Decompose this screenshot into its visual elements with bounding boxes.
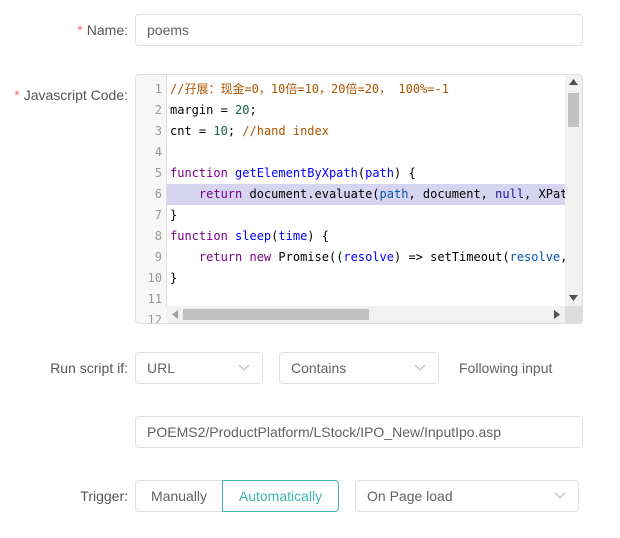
code-token: sleep [235, 229, 272, 243]
condition-field-select[interactable]: URL [135, 352, 263, 384]
run-script-if-label: Run script if: [50, 360, 128, 376]
code-line[interactable] [167, 142, 170, 163]
code-token: margin = [170, 103, 236, 117]
code-token: ) { [394, 166, 416, 180]
line-number: 1 [154, 82, 162, 96]
code-token: resolve [343, 250, 394, 264]
code-token: null [495, 187, 525, 201]
scroll-left-arrow-icon[interactable] [172, 310, 178, 319]
trigger-automatically-label: Automatically [238, 488, 323, 504]
code-token: , XPath [524, 187, 566, 201]
line-number: 4 [154, 145, 162, 159]
code-line[interactable]: function sleep(time) { [167, 226, 329, 247]
code-token: 10 [213, 124, 228, 138]
code-token: Promise(( [278, 250, 344, 264]
line-number: 5 [154, 166, 162, 180]
code-token: , document, [408, 187, 496, 201]
horizontal-scroll-thumb[interactable] [183, 309, 369, 320]
scroll-right-arrow-icon[interactable] [554, 310, 560, 319]
line-number: 12 [147, 313, 162, 324]
code-line[interactable]: cnt = 10; //hand index [167, 121, 329, 142]
line-number: 8 [154, 229, 162, 243]
line-number: 3 [154, 124, 162, 138]
line-number: 2 [154, 103, 162, 117]
code-line[interactable]: margin = 20; [167, 100, 257, 121]
vertical-scrollbar[interactable] [565, 75, 582, 307]
scroll-up-arrow-icon[interactable] [569, 79, 578, 85]
line-number: 10 [147, 271, 162, 285]
code-token: //hand index [242, 124, 329, 138]
code-token: 20 [235, 103, 250, 117]
trigger-automatically-button[interactable]: Automatically [222, 480, 339, 512]
code-line[interactable]: function getElementByXpath(path) { [167, 163, 416, 184]
trigger-event-select[interactable]: On Page load [355, 480, 579, 512]
code-token: } [170, 208, 178, 222]
scroll-down-arrow-icon[interactable] [569, 295, 578, 301]
condition-operator-value: Contains [291, 360, 347, 376]
trigger-event-value: On Page load [367, 488, 453, 504]
condition-field-value: URL [147, 360, 176, 376]
code-line[interactable]: //孖展：现金=0，10倍=10，20倍=20， 100%=-1 [167, 79, 449, 100]
chevron-down-icon [414, 364, 426, 371]
code-line[interactable]: } [167, 268, 177, 289]
code-token: return [198, 187, 250, 201]
code-token: ) => setTimeout( [394, 250, 510, 264]
url-pattern-value: POEMS2/ProductPlatform/LStock/IPO_New/In… [147, 424, 502, 440]
code-line[interactable] [167, 289, 170, 307]
name-input-value: poems [147, 22, 190, 38]
code-token: } [170, 271, 178, 285]
code-editor[interactable]: 1 2 3 4 5 6 7 8 9 10 11 12 //孖展：现金=0，10倍=10，20倍=20，… [135, 74, 583, 324]
trigger-manually-button[interactable]: Manually [135, 480, 223, 512]
code-token: ; [249, 103, 257, 117]
name-label: * Name: [77, 22, 128, 38]
code-line[interactable]: return document.evaluate(path, document,… [167, 184, 566, 205]
code-token: getElementByXpath [235, 166, 358, 180]
code-token: ) { [307, 229, 329, 243]
code-token: ; [227, 124, 243, 138]
code-token: function [170, 166, 236, 180]
code-token: new [249, 250, 279, 264]
line-number: 7 [154, 208, 162, 222]
vertical-scroll-thumb[interactable] [568, 93, 579, 127]
trigger-label: Trigger: [80, 488, 128, 504]
code-token: //孖展：现金=0，10倍=10，20倍=20， 100%=-1 [170, 82, 449, 96]
line-number: 9 [154, 250, 162, 264]
code-token: function [170, 229, 236, 243]
code-token: cnt = [170, 124, 214, 138]
following-input-hint: Following input [459, 360, 553, 376]
code-token: time [278, 229, 308, 243]
scrollbar-corner [565, 306, 582, 323]
horizontal-scrollbar[interactable] [167, 306, 566, 323]
code-line[interactable]: return new Promise((resolve) => setTimeo… [167, 247, 566, 268]
trigger-manually-label: Manually [150, 488, 208, 504]
required-mark: * [14, 87, 20, 103]
code-token: path [379, 187, 409, 201]
required-mark: * [77, 22, 83, 38]
line-number: 11 [147, 292, 162, 306]
code-label-text: Javascript Code: [23, 87, 128, 103]
code-line[interactable]: } [167, 205, 177, 226]
name-label-text: Name: [86, 22, 128, 38]
chevron-down-icon [554, 492, 566, 499]
code-token: ( [357, 166, 366, 180]
code-text-area[interactable]: //孖展：现金=0，10倍=10，20倍=20， 100%=-1 margin =… [167, 75, 566, 307]
url-pattern-input[interactable]: POEMS2/ProductPlatform/LStock/IPO_New/In… [135, 416, 583, 448]
condition-operator-select[interactable]: Contains [279, 352, 439, 384]
chevron-down-icon [238, 364, 250, 371]
code-token: resolve [509, 250, 561, 264]
name-input[interactable]: poems [135, 14, 583, 46]
line-number: 6 [154, 187, 162, 201]
code-token: document.evaluate( [249, 187, 380, 201]
code-label: * Javascript Code: [14, 87, 128, 103]
code-token: return [198, 250, 250, 264]
code-token: path [365, 166, 394, 180]
line-number-gutter: 1 2 3 4 5 6 7 8 9 10 11 12 [136, 75, 167, 323]
